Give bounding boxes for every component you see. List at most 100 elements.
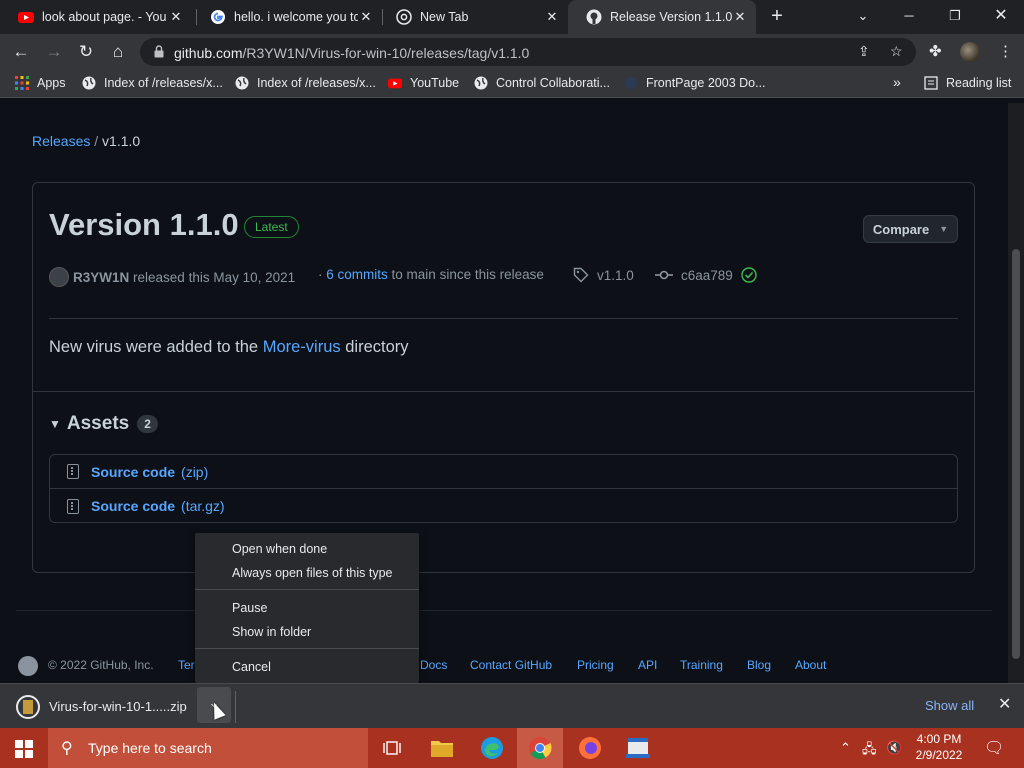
edge-icon[interactable] [478, 734, 506, 762]
tab-new-tab[interactable]: New Tab ✕ [378, 0, 568, 34]
scrollbar-thumb[interactable] [1012, 249, 1020, 659]
tab-search-icon[interactable]: ⌄ [840, 0, 886, 34]
new-tab-button[interactable]: + [766, 6, 788, 28]
task-view-icon[interactable] [378, 734, 406, 762]
bookmark-youtube[interactable]: YouTube [388, 76, 459, 90]
youtube-icon [18, 12, 34, 23]
tag-info[interactable]: v1.1.0 [573, 267, 634, 283]
file-zip-icon [67, 498, 79, 514]
close-icon[interactable]: ✕ [168, 9, 184, 25]
footer-link-blog[interactable]: Blog [747, 658, 771, 672]
browser-toolbar: ← → ↻ ⌂ github.com/R3YW1N/Virus-for-win-… [0, 34, 1024, 70]
minimize-button[interactable]: ─ [886, 0, 932, 34]
window-close-button[interactable]: ✕ [978, 0, 1024, 34]
taskbar-search-box[interactable]: ⚲ Type here to search [48, 728, 368, 768]
author-name[interactable]: R3YW1N [73, 270, 129, 285]
close-icon[interactable]: ✕ [544, 9, 560, 25]
footer-divider [16, 610, 992, 611]
footer-link-about[interactable]: About [795, 658, 826, 672]
firefox-icon[interactable] [576, 734, 604, 762]
bookmarks-bar: Apps Index of /releases/x... Index of /r… [0, 70, 1024, 98]
download-progress-icon[interactable] [16, 695, 40, 719]
address-bar[interactable]: github.com/R3YW1N/Virus-for-win-10/relea… [140, 38, 916, 66]
bookmark-control-collaboration[interactable]: Control Collaborati... [474, 76, 610, 90]
github-logo-icon[interactable] [18, 656, 38, 676]
compare-button[interactable]: Compare ▼ [863, 215, 958, 243]
globe-icon [82, 76, 96, 90]
chrome-taskbar-icon[interactable] [517, 728, 563, 768]
commit-info[interactable]: c6aa789 [655, 267, 757, 283]
bookmark-label: Index of /releases/x... [257, 76, 376, 90]
footer-link-pricing[interactable]: Pricing [577, 658, 614, 672]
show-hidden-icons-icon[interactable]: ⌃ [840, 740, 851, 756]
asset-row[interactable]: Source code (tar.gz) [50, 489, 957, 523]
menu-kebab-icon[interactable]: ⋮ [998, 42, 1013, 60]
clock-date: 2/9/2022 [915, 748, 963, 762]
asset-ext[interactable]: (zip) [181, 464, 208, 480]
bookmark-star-icon[interactable]: ☆ [890, 43, 903, 60]
release-description: New virus were added to the More-virus d… [49, 338, 409, 357]
close-icon[interactable]: ✕ [732, 9, 748, 25]
reload-button[interactable]: ↻ [74, 40, 98, 64]
globe-icon [474, 76, 488, 90]
youtube-icon [388, 78, 402, 89]
commits-link[interactable]: 6 commits [326, 267, 388, 282]
restore-button[interactable]: ❐ [932, 0, 978, 34]
more-virus-link[interactable]: More-virus [263, 338, 341, 356]
breadcrumb-releases-link[interactable]: Releases [32, 133, 90, 149]
menu-item-open-when-done[interactable]: Open when done [232, 542, 327, 556]
url-text[interactable]: github.com/R3YW1N/Virus-for-win-10/relea… [174, 45, 529, 61]
frontpage-icon [625, 77, 637, 89]
bookmark-index-2[interactable]: Index of /releases/x... [235, 76, 376, 90]
bookmarks-overflow-button[interactable]: » [893, 74, 901, 90]
globe-icon [235, 76, 249, 90]
url-host: github.com [174, 45, 243, 61]
forward-button[interactable]: → [42, 40, 66, 64]
release-title[interactable]: Version 1.1.0 [49, 207, 239, 243]
system-clock[interactable]: 4:00 PM 2/9/2022 [913, 731, 965, 763]
download-filename[interactable]: Virus-for-win-10-1.....zip [49, 699, 187, 714]
divider [33, 391, 974, 392]
lock-icon[interactable] [154, 45, 164, 58]
volume-muted-icon[interactable]: 🔇 [886, 740, 902, 756]
tab-youtube[interactable]: look about page. - You ✕ [0, 0, 192, 34]
footer-link-api[interactable]: API [638, 658, 657, 672]
footer-link-contact[interactable]: Contact GitHub [470, 658, 552, 672]
bookmark-index-1[interactable]: Index of /releases/x... [82, 76, 223, 90]
profile-avatar[interactable] [960, 42, 980, 62]
home-button[interactable]: ⌂ [106, 40, 130, 64]
notifications-icon[interactable]: 🗨 [984, 738, 1004, 758]
bookmark-frontpage[interactable]: FrontPage 2003 Do... [624, 76, 766, 90]
footer-link-terms[interactable]: Ter [178, 658, 195, 672]
menu-item-show-in-folder[interactable]: Show in folder [232, 625, 311, 639]
menu-item-cancel[interactable]: Cancel [232, 660, 271, 674]
author-avatar[interactable] [49, 267, 69, 287]
breadcrumb: Releases / v1.1.0 [32, 133, 140, 149]
file-explorer-icon[interactable] [428, 734, 456, 762]
app-window-icon[interactable] [624, 734, 652, 762]
tab-google[interactable]: hello. i welcome you to ✕ [192, 0, 382, 34]
scrollbar[interactable] [1008, 103, 1024, 683]
asset-row[interactable]: Source code (zip) [50, 455, 957, 489]
bookmark-apps[interactable]: Apps [15, 76, 66, 90]
menu-item-pause[interactable]: Pause [232, 601, 267, 615]
check-circle-icon [741, 267, 757, 283]
windows-start-icon[interactable] [15, 740, 33, 758]
tab-release[interactable]: Release Version 1.1.0 · ✕ [568, 0, 756, 34]
reading-list-button[interactable]: Reading list [924, 76, 1011, 90]
share-icon[interactable]: ⇪ [858, 43, 870, 60]
back-button[interactable]: ← [9, 40, 33, 64]
footer-link-docs[interactable]: Docs [420, 658, 447, 672]
network-icon[interactable]: 🖧 [862, 740, 877, 762]
assets-header[interactable]: ▼ Assets 2 [49, 413, 158, 435]
menu-item-always-open[interactable]: Always open files of this type [232, 566, 393, 580]
footer-link-training[interactable]: Training [680, 658, 723, 672]
extensions-puzzle-icon[interactable]: ✤ [929, 42, 942, 60]
asset-name[interactable]: Source code [91, 498, 175, 514]
show-all-button[interactable]: Show all [925, 698, 974, 713]
asset-name[interactable]: Source code [91, 464, 175, 480]
close-shelf-icon[interactable]: ✕ [998, 694, 1011, 714]
asset-ext[interactable]: (tar.gz) [181, 498, 225, 514]
shelf-separator [235, 691, 236, 723]
close-icon[interactable]: ✕ [358, 9, 374, 25]
